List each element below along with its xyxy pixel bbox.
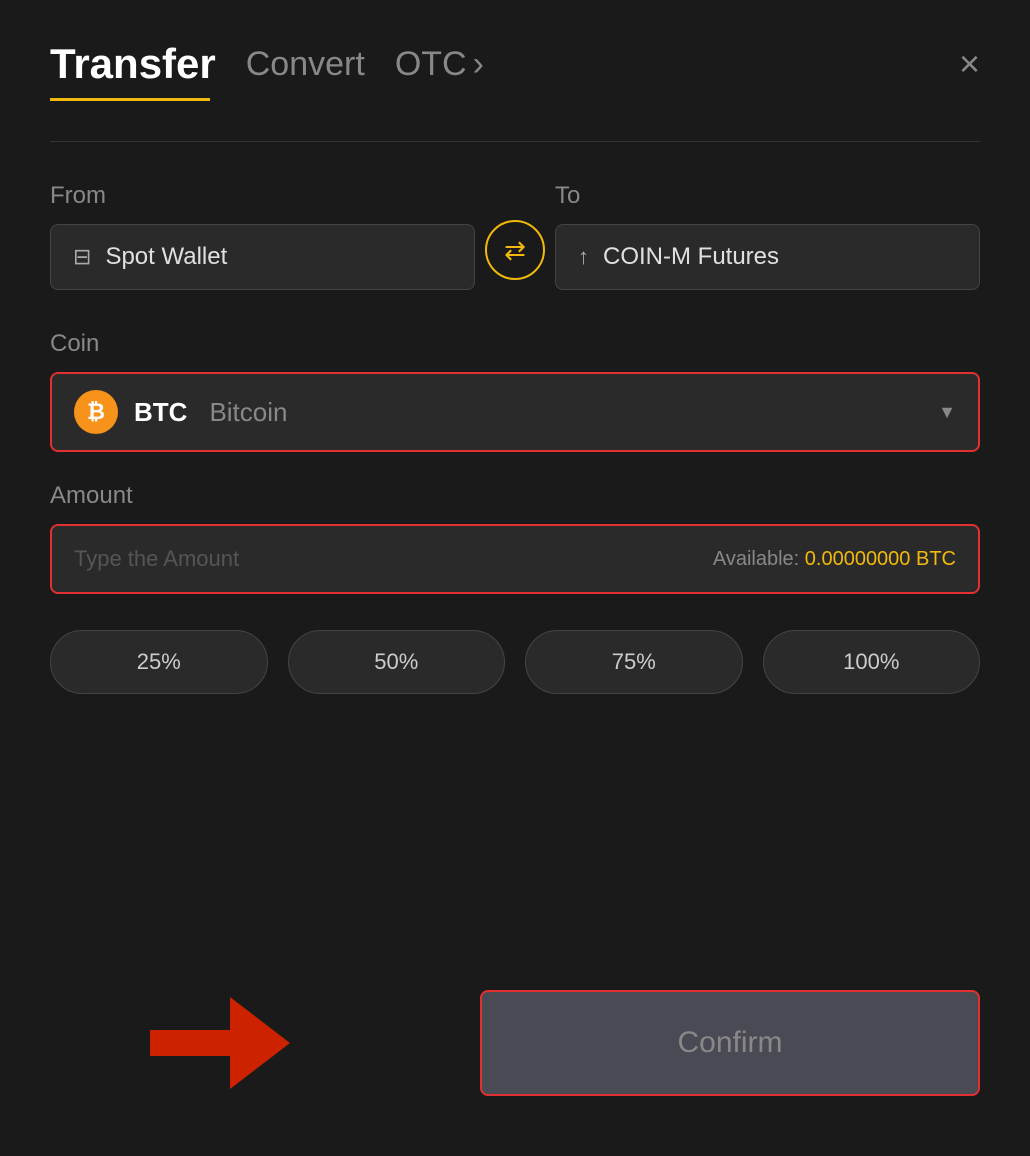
to-wallet-selector[interactable]: ↑ COIN-M Futures xyxy=(555,224,980,290)
coin-label: Coin xyxy=(50,330,980,358)
to-section: To ↑ COIN-M Futures xyxy=(555,182,980,290)
coin-selector[interactable]: ₿ BTC Bitcoin ▼ xyxy=(50,372,980,452)
bottom-section: Confirm xyxy=(50,990,980,1096)
swap-icon: ⇄ xyxy=(504,235,526,266)
available-amount: 0.00000000 BTC xyxy=(805,548,956,570)
transfer-modal: Transfer Convert OTC › × From ⊟ Spot Wal… xyxy=(0,0,1030,1156)
transfer-tab[interactable]: Transfer xyxy=(50,40,216,88)
otc-tab-label: OTC xyxy=(395,45,467,84)
available-text: Available: 0.00000000 BTC xyxy=(713,548,956,571)
coin-symbol: BTC xyxy=(134,397,187,428)
amount-input-box: Type the Amount Available: 0.00000000 BT… xyxy=(50,524,980,594)
from-wallet-selector[interactable]: ⊟ Spot Wallet xyxy=(50,224,475,290)
coin-full-name: Bitcoin xyxy=(209,397,287,428)
percent-25-button[interactable]: 25% xyxy=(50,630,268,694)
to-label: To xyxy=(555,182,980,210)
confirm-button[interactable]: Confirm xyxy=(480,990,980,1096)
wallet-card-icon: ⊟ xyxy=(73,244,91,270)
active-tab-underline xyxy=(50,98,210,101)
percent-75-button[interactable]: 75% xyxy=(525,630,743,694)
percent-buttons-row: 25% 50% 75% 100% xyxy=(50,630,980,694)
modal-header: Transfer Convert OTC › × xyxy=(50,40,980,88)
convert-tab[interactable]: Convert xyxy=(246,45,365,84)
percent-100-button[interactable]: 100% xyxy=(763,630,981,694)
arrow-container xyxy=(150,997,290,1089)
amount-label: Amount xyxy=(50,482,980,510)
to-wallet-name: COIN-M Futures xyxy=(603,243,779,271)
percent-50-button[interactable]: 50% xyxy=(288,630,506,694)
close-button[interactable]: × xyxy=(959,46,980,82)
otc-chevron-icon: › xyxy=(473,45,484,84)
futures-icon: ↑ xyxy=(578,244,589,270)
from-wallet-name: Spot Wallet xyxy=(105,243,227,271)
swap-button[interactable]: ⇄ xyxy=(485,220,545,280)
available-label: Available: xyxy=(713,548,799,570)
otc-tab[interactable]: OTC › xyxy=(395,45,484,84)
amount-placeholder[interactable]: Type the Amount xyxy=(74,546,239,572)
coin-section: Coin ₿ BTC Bitcoin ▼ xyxy=(50,330,980,452)
btc-symbol: ₿ xyxy=(87,399,105,425)
amount-section: Amount Type the Amount Available: 0.0000… xyxy=(50,482,980,594)
from-section: From ⊟ Spot Wallet xyxy=(50,182,475,290)
swap-container: ⇄ xyxy=(475,192,555,280)
header-divider xyxy=(50,141,980,142)
arrow-head xyxy=(230,997,290,1089)
btc-icon: ₿ xyxy=(74,390,118,434)
from-label: From xyxy=(50,182,475,210)
coin-chevron-icon: ▼ xyxy=(938,402,956,423)
red-arrow xyxy=(150,997,290,1089)
from-to-row: From ⊟ Spot Wallet ⇄ To ↑ COIN-M Futures xyxy=(50,182,980,290)
arrow-shaft xyxy=(150,1030,230,1056)
